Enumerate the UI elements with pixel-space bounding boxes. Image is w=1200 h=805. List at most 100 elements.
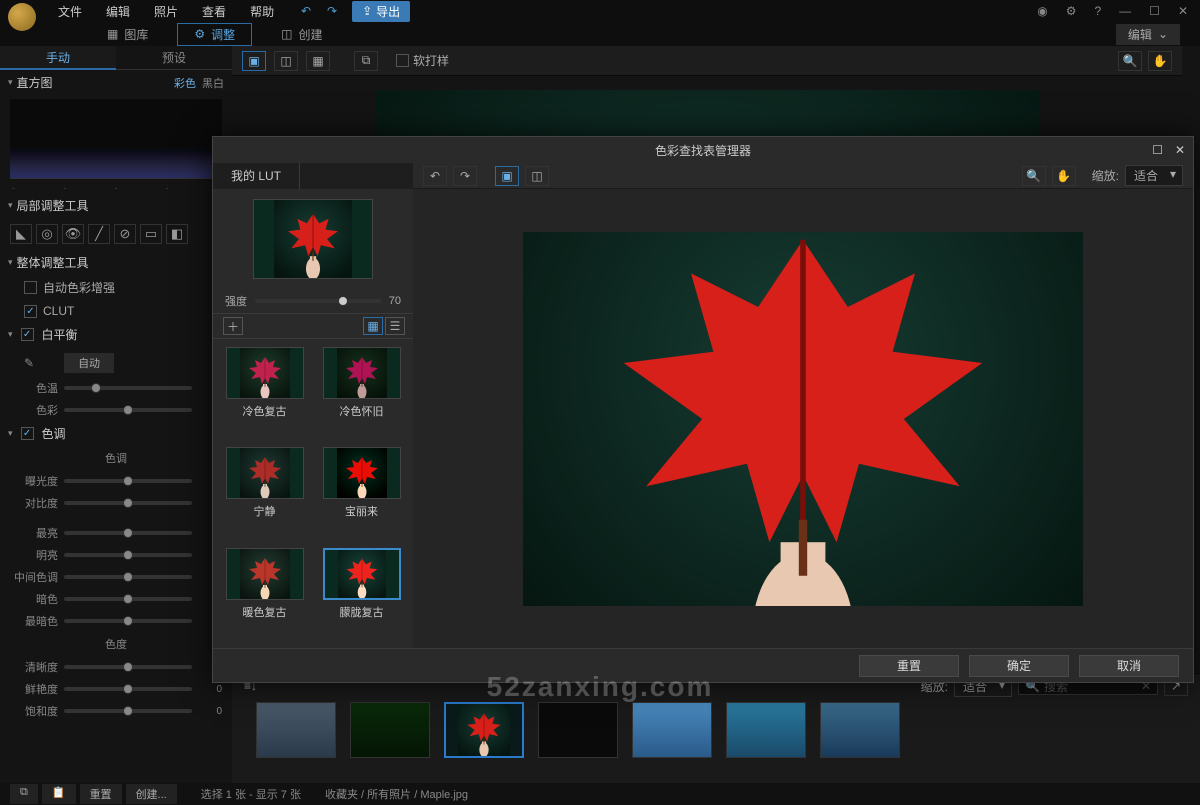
menu-photo[interactable]: 照片 <box>144 1 188 22</box>
redo-icon[interactable]: ↷ <box>322 3 342 19</box>
hist-ticks: ----- <box>0 183 232 193</box>
lut-manager-dialog: 色彩查找表管理器 ☐ ✕ 我的 LUT 强度 70 ＋ ▦ ☰ 冷 <box>212 136 1194 683</box>
copy-button[interactable]: ⧉ <box>10 784 38 804</box>
menu-help[interactable]: 帮助 <box>240 1 284 22</box>
filmstrip-thumb[interactable] <box>820 702 900 758</box>
export-button[interactable]: ⇪ 导出 <box>352 1 410 22</box>
filmstrip-thumb[interactable] <box>538 702 618 758</box>
mv-zoom-select[interactable]: 适合 <box>1125 165 1183 186</box>
undo-icon[interactable]: ↶ <box>296 3 316 19</box>
create-button[interactable]: 创建... <box>126 784 177 804</box>
midtone-slider[interactable] <box>64 575 192 579</box>
menu-file[interactable]: 文件 <box>48 1 92 22</box>
clarity-slider[interactable] <box>64 665 192 669</box>
eye-tool-icon[interactable]: 👁 <box>62 224 84 244</box>
filmstrip-thumb[interactable] <box>256 702 336 758</box>
dialog-maximize-icon[interactable]: ☐ <box>1152 143 1163 157</box>
filmstrip-thumb[interactable] <box>632 702 712 758</box>
tint-slider[interactable] <box>64 408 192 412</box>
add-lut-icon[interactable]: ＋ <box>223 317 243 335</box>
lut-side-panel: 我的 LUT 强度 70 ＋ ▦ ☰ 冷色复古 冷色怀旧 宁静 宝丽来 <box>213 163 413 648</box>
brightest-slider[interactable] <box>64 531 192 535</box>
filmstrip: ≡↓ 缩放: 适合 🔍 搜索✕ ↗ <box>232 673 1200 783</box>
wb-auto-button[interactable]: 自动 <box>64 353 114 373</box>
dialog-reset-button[interactable]: 重置 <box>859 655 959 677</box>
filmstrip-thumb[interactable] <box>350 702 430 758</box>
paste-button[interactable]: 📋 <box>42 784 76 804</box>
pan-tool-icon[interactable]: ✋ <box>1148 51 1172 71</box>
minimize-icon[interactable]: — <box>1115 2 1135 20</box>
tab-manual[interactable]: 手动 <box>0 46 116 70</box>
module-adjust[interactable]: ⚙ 调整 <box>177 23 252 46</box>
path-status: 收藏夹 / 所有照片 / Maple.jpg <box>325 786 468 802</box>
close-icon[interactable]: ✕ <box>1174 2 1192 20</box>
exposure-slider[interactable] <box>64 479 192 483</box>
dialog-close-icon[interactable]: ✕ <box>1175 143 1185 157</box>
intensity-slider[interactable] <box>255 299 381 303</box>
lut-item[interactable]: 宝丽来 <box>318 447 405 539</box>
chroma-sub: 色度 <box>0 632 232 656</box>
lut-item[interactable]: 冷色怀旧 <box>318 347 405 439</box>
lut-item[interactable]: 朦胧复古 <box>318 548 405 640</box>
clut-row[interactable]: ✓CLUT <box>0 300 232 322</box>
module-create[interactable]: ◫ 创建 <box>264 23 339 46</box>
dialog-ok-button[interactable]: 确定 <box>969 655 1069 677</box>
dialog-cancel-button[interactable]: 取消 <box>1079 655 1179 677</box>
crop-tool-icon[interactable]: ▭ <box>140 224 162 244</box>
temp-slider[interactable] <box>64 386 192 390</box>
filmstrip-thumb[interactable] <box>444 702 524 758</box>
my-lut-tab[interactable]: 我的 LUT <box>213 163 300 189</box>
brush-tool-icon[interactable]: ╱ <box>88 224 110 244</box>
menu-view[interactable]: 查看 <box>192 1 236 22</box>
tab-preset[interactable]: 预设 <box>116 46 232 70</box>
edit-dropdown[interactable]: 编辑 ⌄ <box>1116 24 1180 45</box>
checkbox-icon <box>24 281 37 294</box>
notifications-icon[interactable]: ◉ <box>1033 2 1051 20</box>
lut-item[interactable]: 宁静 <box>221 447 308 539</box>
lut-item[interactable]: 冷色复古 <box>221 347 308 439</box>
view-single-icon[interactable]: ▣ <box>242 51 266 71</box>
hist-color[interactable]: 彩色 <box>174 75 196 91</box>
mv-pan-icon[interactable]: ✋ <box>1052 166 1076 186</box>
help-icon[interactable]: ? <box>1090 2 1105 20</box>
bright-slider[interactable] <box>64 553 192 557</box>
filmstrip-thumb[interactable] <box>726 702 806 758</box>
mask-tool-icon[interactable]: ◧ <box>166 224 188 244</box>
zoom-tool-icon[interactable]: 🔍 <box>1118 51 1142 71</box>
module-library[interactable]: ▦ 图库 <box>90 23 165 46</box>
radial-tool-icon[interactable]: ◎ <box>36 224 58 244</box>
section-histogram[interactable]: ▾ 直方图 彩色 黑白 <box>0 70 232 95</box>
view-compare-icon[interactable]: ◫ <box>274 51 298 71</box>
wb-picker-icon[interactable]: ✎自动 <box>24 353 232 373</box>
mv-undo-icon[interactable]: ↶ <box>423 166 447 186</box>
reset-button[interactable]: 重置 <box>80 784 122 804</box>
contrast-slider[interactable] <box>64 501 192 505</box>
module-tabs: ▦ 图库 ⚙ 调整 ◫ 创建 编辑 ⌄ <box>0 22 1200 46</box>
section-global[interactable]: ▾整体调整工具 <box>0 250 232 275</box>
mv-compare-icon[interactable]: ◫ <box>525 166 549 186</box>
menu-edit[interactable]: 编辑 <box>96 1 140 22</box>
dark-slider[interactable] <box>64 597 192 601</box>
lut-item[interactable]: 暖色复古 <box>221 548 308 640</box>
hist-bw[interactable]: 黑白 <box>202 75 224 91</box>
list-view-icon[interactable]: ☰ <box>385 317 405 335</box>
mv-single-icon[interactable]: ▣ <box>495 166 519 186</box>
clone-tool-icon[interactable]: ⊘ <box>114 224 136 244</box>
section-tone[interactable]: ▾✓色调 <box>0 421 232 446</box>
lut-canvas[interactable] <box>413 189 1193 648</box>
vibrance-slider[interactable] <box>64 687 192 691</box>
settings-icon[interactable]: ⚙ <box>1062 2 1081 20</box>
mv-redo-icon[interactable]: ↷ <box>453 166 477 186</box>
auto-enhance-row[interactable]: 自动色彩增强 <box>0 275 232 300</box>
section-local[interactable]: ▾局部调整工具 <box>0 193 232 218</box>
saturation-slider[interactable] <box>64 709 192 713</box>
mv-zoom-icon[interactable]: 🔍 <box>1022 166 1046 186</box>
maximize-icon[interactable]: ☐ <box>1145 2 1164 20</box>
darkest-slider[interactable] <box>64 619 192 623</box>
view-grid-icon[interactable]: ▦ <box>306 51 330 71</box>
view-split-icon[interactable]: ⧉ <box>354 51 378 71</box>
checkbox-icon[interactable] <box>396 54 409 67</box>
grid-view-icon[interactable]: ▦ <box>363 317 383 335</box>
section-wb[interactable]: ▾✓白平衡 <box>0 322 232 347</box>
gradient-tool-icon[interactable]: ◣ <box>10 224 32 244</box>
